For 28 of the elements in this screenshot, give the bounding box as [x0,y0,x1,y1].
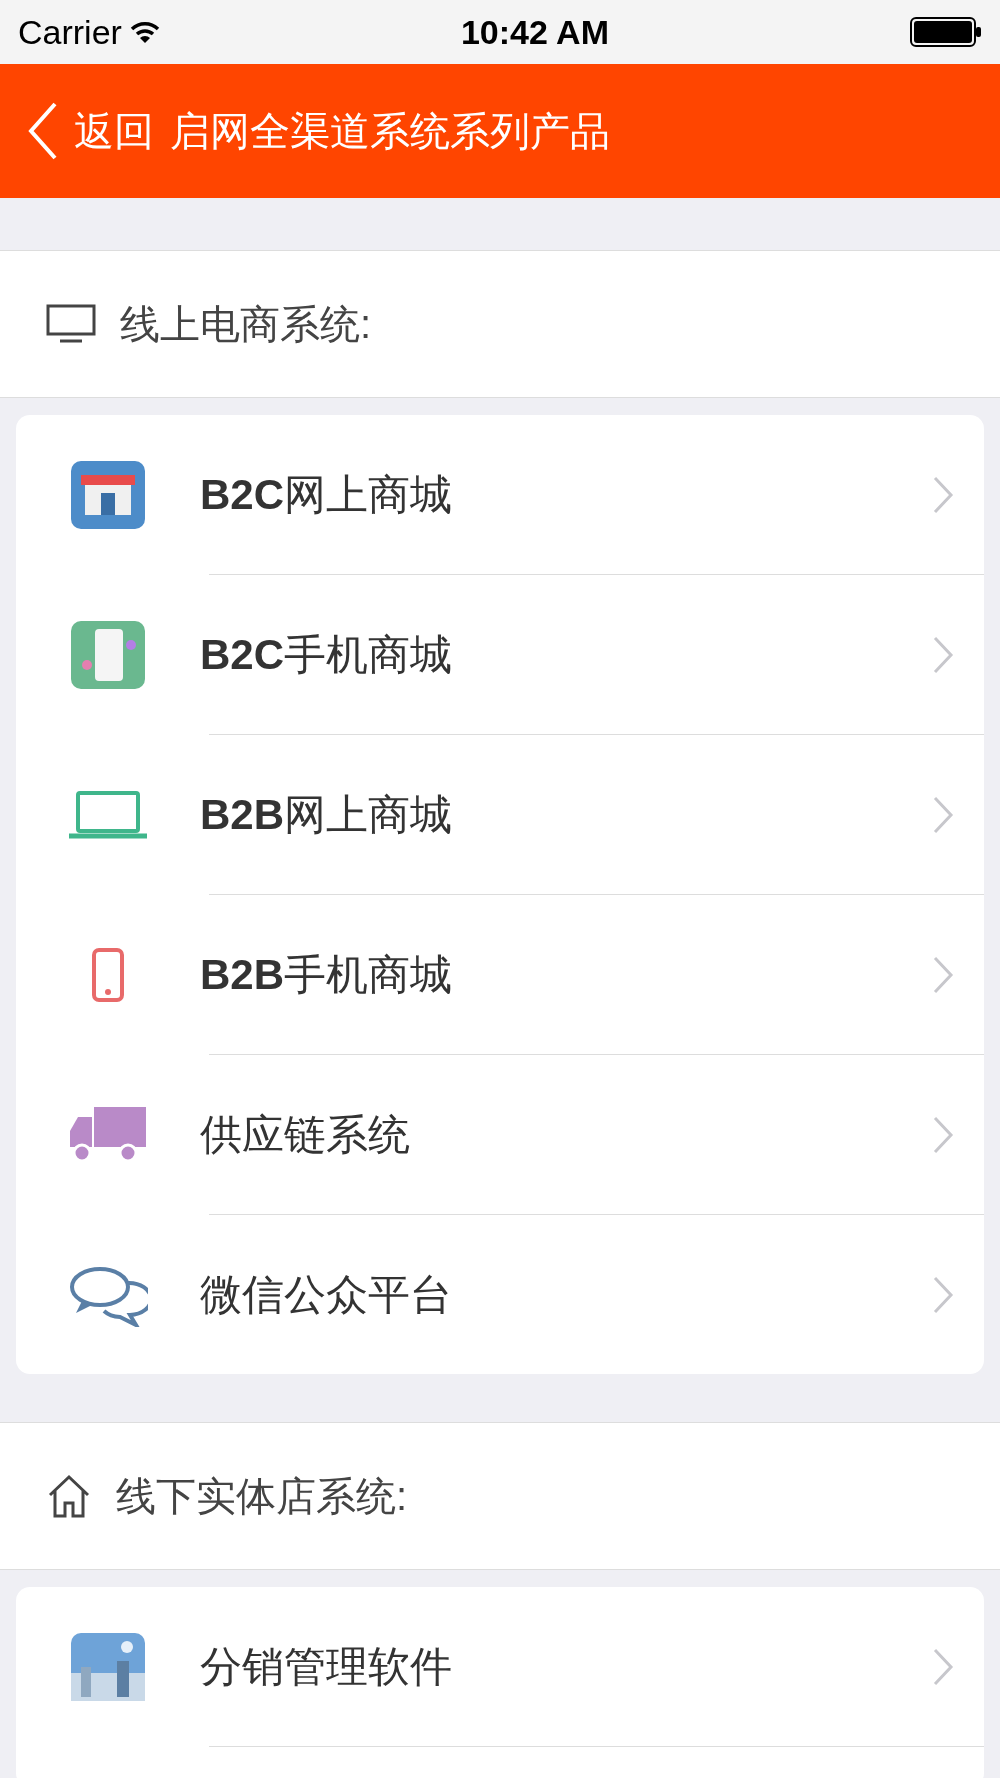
chevron-right-icon [932,794,954,835]
wifi-icon [129,20,160,44]
house-icon [46,1473,92,1519]
chevron-right-icon [932,1114,954,1155]
nav-title: 启网全渠道系统系列产品 [170,108,610,155]
clock: 10:42 AM [460,11,609,53]
list-item[interactable]: 供应链系统 [16,1055,984,1214]
mobile-phone-icon [91,946,125,1003]
phone-app-icon [71,620,145,689]
list-item[interactable]: 分销管理软件 [16,1587,984,1746]
list-item[interactable]: B2B网上商城 [16,735,984,894]
chevron-right-icon [932,1646,954,1687]
battery-icon [910,17,982,47]
carrier-label: Carrier [18,11,122,53]
list-item[interactable]: B2C网上商城 [16,415,984,574]
chevron-right-icon [932,954,954,995]
storefront-icon [71,460,145,529]
chevron-right-icon [932,634,954,675]
chevron-right-icon [932,474,954,515]
chevron-right-icon [932,1274,954,1315]
list-item[interactable]: B2C手机商城 [16,575,984,734]
monitor-icon [46,304,96,344]
section-title: 线上电商系统: [120,301,372,348]
back-chevron-icon [28,102,58,160]
list-item[interactable]: 微信公众平台 [16,1215,984,1374]
section-title: 线下实体店系统: [116,1473,408,1520]
laptop-icon [68,789,148,840]
list-item[interactable]: B2B手机商城 [16,895,984,1054]
